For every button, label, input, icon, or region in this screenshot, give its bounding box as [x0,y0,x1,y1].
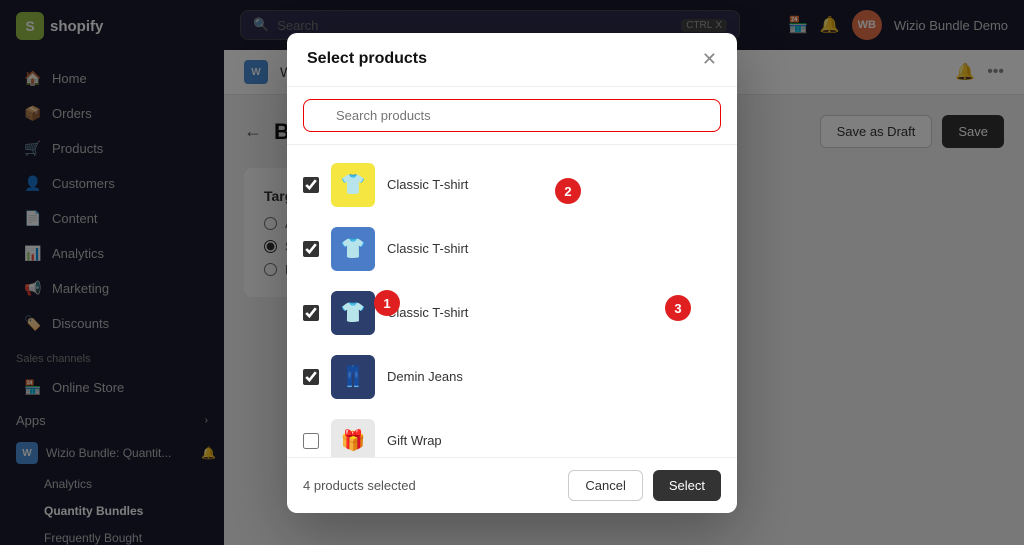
product-name-5: Gift Wrap [387,433,442,448]
cancel-button[interactable]: Cancel [568,470,642,501]
search-wrapper: 🔍 [303,99,721,132]
list-item[interactable]: 👖 Demin Jeans [287,345,737,409]
product-checkbox-1[interactable] [303,177,319,193]
product-name-2: Classic T-shirt [387,241,468,256]
product-thumb-2: 👕 [331,227,375,271]
modal-close-button[interactable]: ✕ [702,49,717,70]
list-item[interactable]: 👕 Classic T-shirt [287,217,737,281]
product-thumb-4: 👖 [331,355,375,399]
annotation-3: 3 [665,295,691,321]
modal-search-area: 🔍 [287,87,737,145]
product-thumb-5: 🎁 [331,419,375,457]
product-name-1: Classic T-shirt [387,177,468,192]
modal-header: Select products ✕ [287,33,737,87]
select-button[interactable]: Select [653,470,721,501]
list-item[interactable]: 🎁 Gift Wrap [287,409,737,457]
product-checkbox-2[interactable] [303,241,319,257]
product-thumb-1: 👕 [331,163,375,207]
list-item[interactable]: 👕 Classic T-shirt [287,153,737,217]
product-name-4: Demin Jeans [387,369,463,384]
product-checkbox-5[interactable] [303,433,319,449]
modal-footer: 4 products selected Cancel Select [287,457,737,513]
product-checkbox-3[interactable] [303,305,319,321]
modal-search-input[interactable] [303,99,721,132]
annotation-2: 2 [555,178,581,204]
selected-count: 4 products selected [303,478,416,493]
product-checkbox-4[interactable] [303,369,319,385]
annotation-1: 1 [374,290,400,316]
modal-title: Select products [307,50,427,68]
select-products-modal: Select products ✕ 🔍 👕 Classic T-shirt 👕 … [287,33,737,513]
footer-actions: Cancel Select [568,470,721,501]
product-thumb-3: 👕 [331,291,375,335]
modal-overlay[interactable]: 2 3 Select products ✕ 🔍 👕 Classic T-shir… [0,0,1024,545]
